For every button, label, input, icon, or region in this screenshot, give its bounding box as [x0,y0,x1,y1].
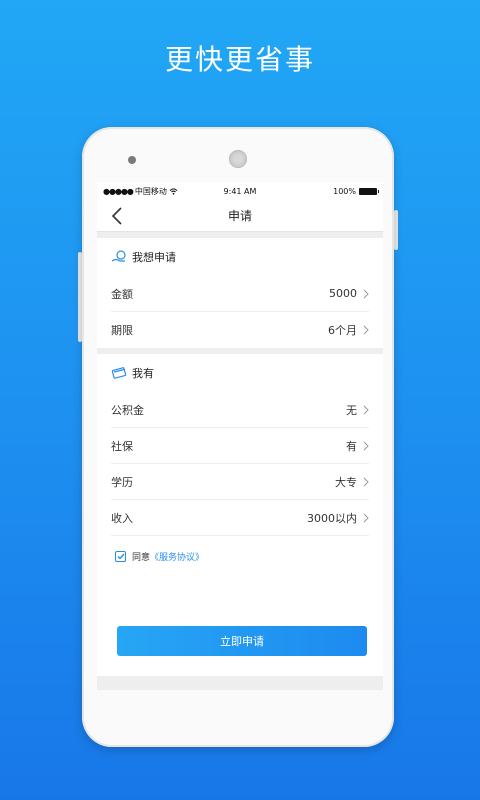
card-icon [111,367,127,379]
nav-bar: 申请 [97,200,383,232]
housing-fund-row[interactable]: 公积金 无 [111,392,369,428]
housing-fund-value: 无 [346,403,357,417]
amount-value: 5000 [329,287,357,300]
education-row[interactable]: 学历 大专 [111,464,369,500]
agreement-checkbox[interactable] [115,550,126,562]
income-row[interactable]: 收入 3000以内 [111,500,369,536]
status-bar: ●●●●● 中国移动 9:41 AM 100% [97,182,383,200]
money-hand-icon [111,250,126,262]
chevron-right-icon [363,513,369,522]
service-agreement-link[interactable]: 《服务协议》 [150,550,204,563]
amount-label: 金额 [111,287,133,301]
agreement-row: 同意 《服务协议》 [111,536,369,576]
phone-screen: ●●●●● 中国移动 9:41 AM 100% 申请 我想申请 金额 5000 … [97,182,383,690]
chevron-right-icon [363,477,369,486]
social-security-value: 有 [346,439,357,453]
phone-speaker [229,150,247,168]
chevron-right-icon [363,325,369,335]
education-label: 学历 [111,475,133,489]
apply-section-header: 我想申请 [111,238,369,276]
term-row[interactable]: 期限 6个月 [111,312,369,348]
income-value: 3000以内 [307,511,357,525]
chevron-right-icon [363,441,369,450]
status-time: 9:41 AM [223,187,257,196]
checkmark-icon [117,553,125,560]
have-section-title: 我有 [132,367,154,380]
income-label: 收入 [111,511,133,525]
chevron-right-icon [363,405,369,414]
chevron-right-icon [363,289,369,298]
page-title: 申请 [227,209,252,223]
battery-icon [359,187,379,195]
term-label: 期限 [111,324,133,337]
have-section-header: 我有 [111,354,369,392]
apply-card: 我想申请 金额 5000 期限 6个月 [97,238,383,348]
apply-now-button[interactable]: 立即申请 [117,626,367,656]
phone-power-button [394,210,398,250]
amount-row[interactable]: 金额 5000 [111,276,369,312]
education-value: 大专 [335,475,357,489]
social-security-row[interactable]: 社保 有 [111,428,369,464]
housing-fund-label: 公积金 [111,403,144,417]
back-arrow-icon[interactable] [111,207,123,225]
agreement-prefix: 同意 [132,552,151,563]
term-value: 6个月 [328,324,357,337]
apply-section-title: 我想申请 [132,251,176,264]
phone-camera [128,156,136,164]
promo-headline: 更快更省事 [164,43,315,76]
social-security-label: 社保 [111,439,133,453]
